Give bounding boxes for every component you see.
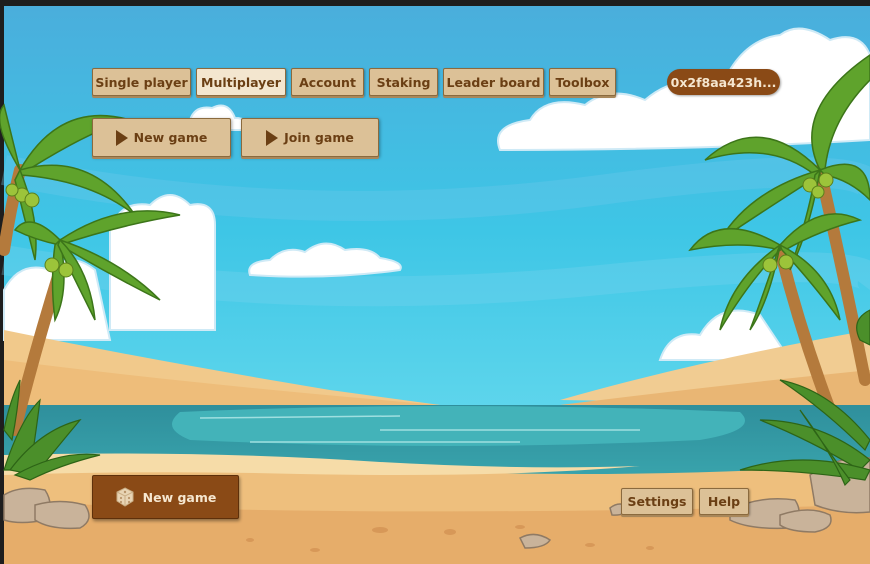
game-screen: Single player Multiplayer Account Stakin…	[0, 0, 870, 564]
join-game-button[interactable]: Join game	[241, 118, 379, 157]
tab-leader-board[interactable]: Leader board	[443, 68, 544, 96]
dice-icon	[116, 487, 134, 507]
play-icon	[266, 129, 279, 146]
settings-button[interactable]: Settings	[621, 488, 693, 515]
tab-account[interactable]: Account	[291, 68, 364, 96]
new-game-label: New game	[133, 130, 208, 145]
play-icon	[115, 129, 128, 146]
tab-single-player[interactable]: Single player	[92, 68, 191, 96]
new-game-button[interactable]: New game	[92, 118, 231, 157]
quick-new-game-button[interactable]: New game	[92, 475, 239, 519]
tab-staking[interactable]: Staking	[369, 68, 438, 96]
quick-new-game-label: New game	[142, 489, 217, 505]
wallet-address-button[interactable]: 0x2f8aa423h...	[667, 69, 780, 95]
tab-toolbox[interactable]: Toolbox	[549, 68, 616, 96]
join-game-label: Join game	[284, 130, 354, 145]
tab-multiplayer[interactable]: Multiplayer	[196, 68, 286, 96]
help-button[interactable]: Help	[699, 488, 749, 515]
